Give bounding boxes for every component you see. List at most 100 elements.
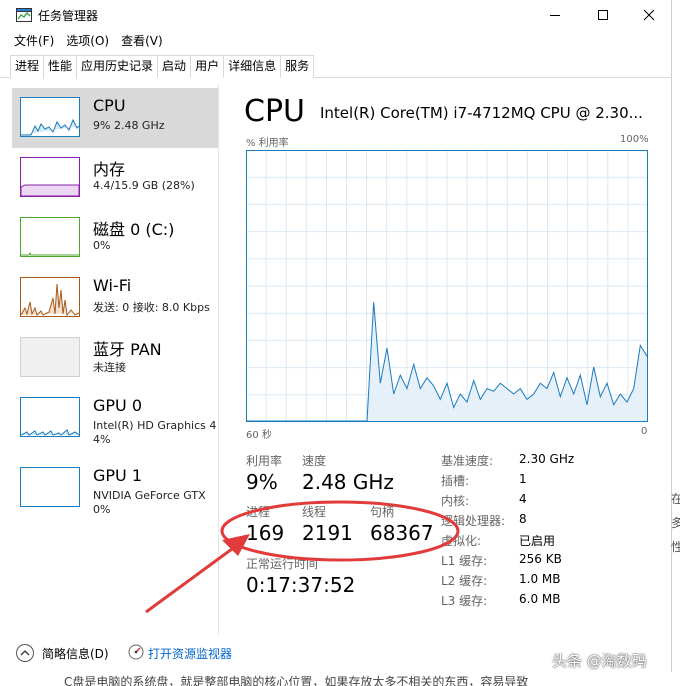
speed-label: 速度 xyxy=(302,454,327,468)
sidebar-item-label: 蓝牙 PAN xyxy=(93,340,162,359)
handles-value: 68367 xyxy=(370,521,434,545)
sidebar-item-detail: 9% 2.48 GHz xyxy=(93,119,165,132)
cpu-thumbnail-graph xyxy=(20,97,80,137)
spec-key: 逻辑处理器: xyxy=(441,514,506,528)
disk-thumbnail-graph xyxy=(20,217,80,257)
processes-value: 169 xyxy=(246,521,285,545)
sidebar-item-label: GPU 0 xyxy=(93,396,143,415)
spec-value: 6.0 MB xyxy=(519,592,561,606)
gpu0-thumbnail-graph xyxy=(20,397,80,437)
window-title: 任务管理器 xyxy=(38,9,99,23)
y-axis-max-label: 100% xyxy=(620,134,649,145)
sidebar-item-detail: Intel(R) HD Graphics 4 xyxy=(93,419,217,432)
cpu-utilization-graph xyxy=(246,150,648,422)
sidebar-item-memory[interactable]: 内存 4.4/15.9 GB (28%) xyxy=(12,148,218,208)
spec-value: 1.0 MB xyxy=(519,572,561,586)
background-bottom: C盘是电脑的系统盘，就是整部电脑的核心位置，如果存放太多不相关的东西，容易导致 xyxy=(0,672,680,686)
spec-key: 内核: xyxy=(441,494,470,508)
open-resource-monitor-link[interactable]: 打开资源监视器 xyxy=(148,645,232,662)
minimize-button[interactable] xyxy=(532,0,578,30)
spec-key: L3 缓存: xyxy=(441,594,488,608)
spec-key: 插槽: xyxy=(441,474,470,488)
sidebar-item-label: CPU xyxy=(93,96,126,115)
spec-value: 2.30 GHz xyxy=(519,452,575,466)
sidebar-item-label: GPU 1 xyxy=(93,466,143,485)
tab-users[interactable]: 用户 xyxy=(190,55,225,78)
background-article-text: C盘是电脑的系统盘，就是整部电脑的核心位置，如果存放太多不相关的东西，容易导致 xyxy=(64,675,529,686)
spec-value: 256 KB xyxy=(519,552,562,566)
resource-sidebar: CPU 9% 2.48 GHz 内存 4.4/15.9 GB (28%) 磁盘 … xyxy=(10,84,218,634)
spec-value: 1 xyxy=(519,472,527,486)
cpu-model-name: Intel(R) Core(TM) i7-4712MQ CPU @ 2.30..… xyxy=(320,104,643,122)
memory-thumbnail-graph xyxy=(20,157,80,197)
background-text: 在 xyxy=(671,492,680,506)
y-axis-label: % 利用率 xyxy=(246,138,289,149)
tab-details[interactable]: 详细信息 xyxy=(223,55,282,78)
maximize-icon xyxy=(598,10,608,20)
task-manager-icon xyxy=(16,8,32,22)
menu-options[interactable]: 选项(O) xyxy=(60,30,115,52)
task-manager-window: 任务管理器 文件(F) 选项(O) 查看(V) 进程 性能 应用历史记录 启动 … xyxy=(0,0,672,672)
watermark: 头条 @淘数码 xyxy=(552,652,647,670)
bluetooth-thumbnail-graph xyxy=(20,337,80,377)
sidebar-divider xyxy=(218,84,219,634)
uptime-label: 正常运行时间 xyxy=(246,557,319,571)
title-bar[interactable]: 任务管理器 xyxy=(0,0,672,30)
tab-performance[interactable]: 性能 xyxy=(43,55,78,79)
chevron-up-icon[interactable] xyxy=(16,644,34,662)
spec-value: 4 xyxy=(519,492,527,506)
sidebar-item-label: Wi-Fi xyxy=(93,276,132,295)
maximize-button[interactable] xyxy=(580,0,626,30)
background-text: 性 xyxy=(671,540,680,554)
close-icon xyxy=(643,9,655,21)
spec-key: 虚拟化: xyxy=(441,534,482,548)
sidebar-item-cpu[interactable]: CPU 9% 2.48 GHz xyxy=(12,88,218,148)
sidebar-item-detail: 未连接 xyxy=(93,361,126,374)
spec-value: 8 xyxy=(519,512,527,526)
spec-key: L1 缓存: xyxy=(441,554,488,568)
sidebar-item-detail: NVIDIA GeForce GTX xyxy=(93,489,206,502)
background-text: 多 xyxy=(671,516,680,530)
menu-file[interactable]: 文件(F) xyxy=(8,30,60,52)
sidebar-item-usage: 0% xyxy=(93,503,111,516)
close-button[interactable] xyxy=(626,0,672,30)
page-title: CPU xyxy=(244,94,305,129)
tab-bar: 进程 性能 应用历史记录 启动 用户 详细信息 服务 xyxy=(0,54,672,79)
sidebar-item-bluetooth[interactable]: 蓝牙 PAN 未连接 xyxy=(12,328,218,388)
utilization-label: 利用率 xyxy=(246,454,283,468)
spec-key: 基准速度: xyxy=(441,454,494,468)
tab-processes[interactable]: 进程 xyxy=(10,55,45,78)
spec-value: 已启用 xyxy=(519,534,556,548)
tab-startup[interactable]: 启动 xyxy=(157,55,192,78)
utilization-value: 9% xyxy=(246,470,278,494)
x-axis-right-label: 0 xyxy=(641,426,648,437)
sidebar-item-label: 内存 xyxy=(93,160,126,179)
sidebar-item-label: 磁盘 0 (C:) xyxy=(93,220,175,239)
sidebar-item-gpu0[interactable]: GPU 0 Intel(R) HD Graphics 4 4% xyxy=(12,388,218,448)
speed-value: 2.48 GHz xyxy=(302,470,394,494)
screenshot: 任务管理器 文件(F) 选项(O) 查看(V) 进程 性能 应用历史记录 启动 … xyxy=(0,0,680,686)
background-strip: 在 多 性 xyxy=(671,0,680,686)
tab-services[interactable]: 服务 xyxy=(280,55,315,78)
x-axis-left-label: 60 秒 xyxy=(246,430,272,441)
threads-label: 线程 xyxy=(302,505,327,519)
sidebar-item-detail: 发送: 0 接收: 8.0 Kbps xyxy=(93,301,210,314)
sidebar-item-gpu1[interactable]: GPU 1 NVIDIA GeForce GTX 0% xyxy=(12,458,218,518)
tab-app-history[interactable]: 应用历史记录 xyxy=(76,55,159,78)
uptime-value: 0:17:37:52 xyxy=(246,573,356,597)
threads-value: 2191 xyxy=(302,521,353,545)
sidebar-item-detail: 0% xyxy=(93,239,111,252)
sidebar-item-wifi[interactable]: Wi-Fi 发送: 0 接收: 8.0 Kbps xyxy=(12,268,218,328)
sidebar-item-disk[interactable]: 磁盘 0 (C:) 0% xyxy=(12,208,218,268)
sidebar-item-usage: 4% xyxy=(93,433,111,446)
resource-monitor-icon[interactable] xyxy=(128,644,144,660)
menu-bar: 文件(F) 选项(O) 查看(V) xyxy=(0,30,672,52)
wifi-thumbnail-graph xyxy=(20,277,80,317)
handles-label: 句柄 xyxy=(370,505,395,519)
fewer-details-button[interactable]: 简略信息(D) xyxy=(42,645,109,662)
spec-key: L2 缓存: xyxy=(441,574,488,588)
menu-view[interactable]: 查看(V) xyxy=(115,30,169,52)
sidebar-item-detail: 4.4/15.9 GB (28%) xyxy=(93,179,195,192)
gpu1-thumbnail-graph xyxy=(20,467,80,507)
minimize-icon xyxy=(550,15,560,16)
